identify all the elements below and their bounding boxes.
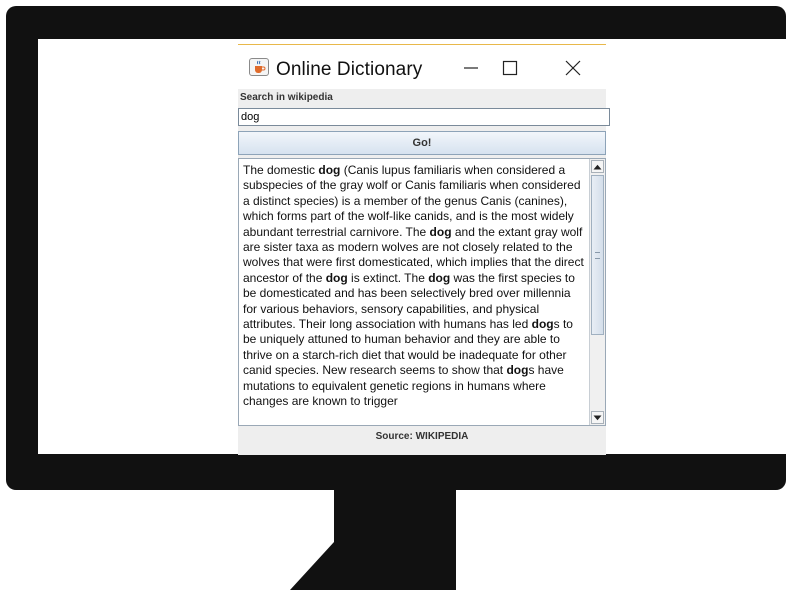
- scroll-down-button[interactable]: [591, 411, 604, 424]
- result-text-segment: is extinct. The: [347, 270, 429, 285]
- search-input[interactable]: [238, 108, 610, 126]
- minimize-icon: [464, 67, 478, 69]
- highlighted-term: dog: [429, 224, 452, 239]
- source-label: Source: WIKIPEDIA: [375, 431, 469, 442]
- title-bar[interactable]: Online Dictionary: [238, 45, 606, 89]
- highlighted-term: dog: [506, 363, 529, 378]
- highlighted-term: dog: [318, 163, 341, 177]
- monitor-stand-neck: [334, 490, 456, 542]
- scroll-thumb[interactable]: [591, 175, 604, 335]
- minimize-button[interactable]: [454, 53, 488, 83]
- go-button[interactable]: Go!: [238, 131, 606, 155]
- window-title: Online Dictionary: [276, 59, 423, 80]
- scroll-up-button[interactable]: [591, 160, 604, 173]
- highlighted-term: dog: [531, 317, 554, 332]
- scroll-thumb-grip: [595, 252, 600, 259]
- search-label: Search in wikipedia: [240, 92, 333, 103]
- online-dictionary-window: Online Dictionary Search in wikipedia Go…: [238, 44, 610, 455]
- scroll-up-arrow-icon: [593, 164, 602, 169]
- highlighted-term: dog: [428, 270, 451, 285]
- result-text-area[interactable]: The domestic dog (Canis lupus familiaris…: [238, 158, 606, 426]
- vertical-scrollbar[interactable]: [589, 159, 605, 425]
- scroll-down-arrow-icon: [593, 415, 602, 420]
- java-cup-icon: [249, 58, 269, 76]
- result-text-segment: The domestic: [243, 163, 319, 177]
- maximize-button[interactable]: [493, 53, 527, 83]
- monitor-stand-base-fill: [334, 542, 456, 590]
- maximize-icon: [502, 60, 518, 76]
- highlighted-term: dog: [325, 270, 348, 285]
- close-icon: [565, 60, 581, 76]
- result-text: The domestic dog (Canis lupus familiaris…: [243, 163, 587, 410]
- close-button[interactable]: [556, 53, 590, 83]
